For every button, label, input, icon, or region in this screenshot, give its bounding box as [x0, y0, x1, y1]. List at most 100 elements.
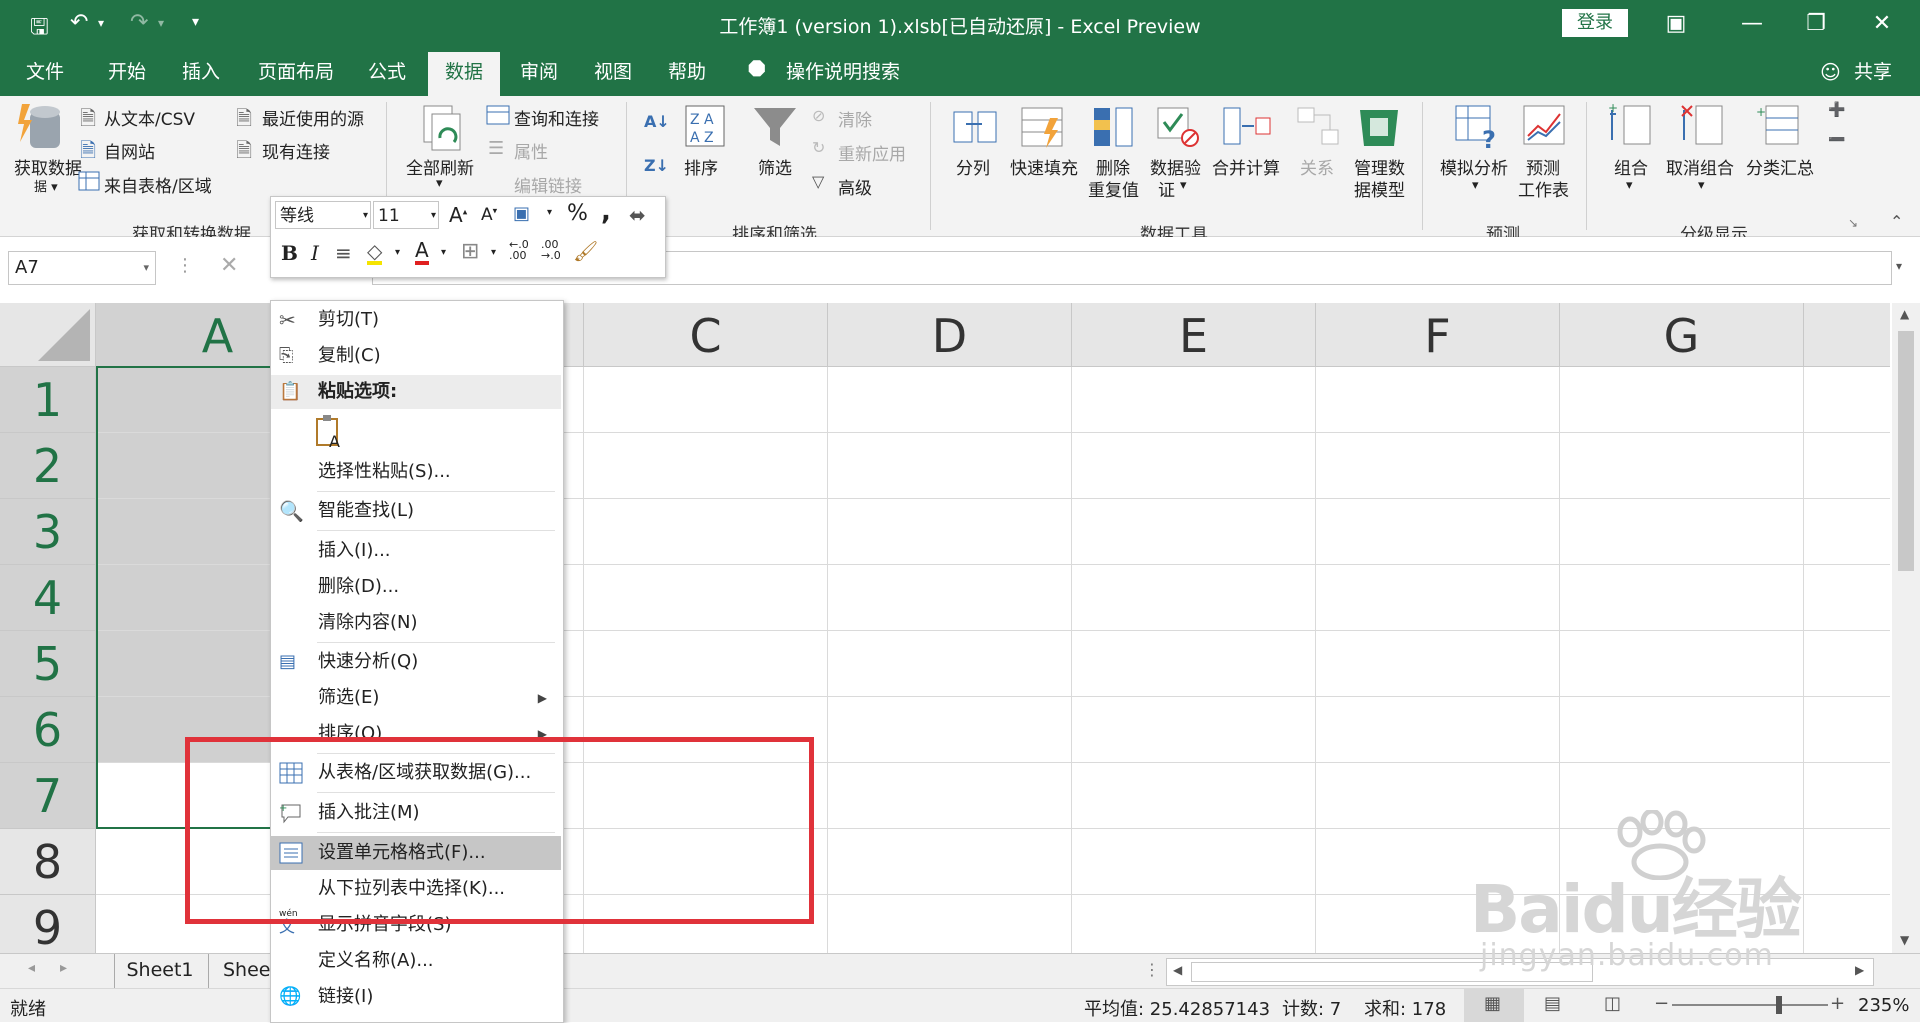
scroll-up-icon[interactable]: ▲	[1900, 307, 1909, 321]
column-header-g[interactable]: G	[1560, 303, 1804, 367]
menu-insert[interactable]: 插入(I)...	[271, 534, 561, 568]
align-center-icon[interactable]: ≡	[335, 241, 352, 265]
row-header-3[interactable]: 3	[0, 499, 96, 565]
dialog-launcher-icon[interactable]: ↘	[1848, 216, 1858, 230]
menu-clear-contents[interactable]: 清除内容(N)	[271, 606, 561, 640]
group-button[interactable]: 组合	[1614, 154, 1648, 179]
relationships-button[interactable]: 关系	[1300, 154, 1334, 179]
zoom-in-icon[interactable]: +	[1830, 993, 1845, 1014]
menu-define-name[interactable]: 定义名称(A)...	[271, 944, 561, 978]
get-data-dropdown-icon[interactable]: 据 ▾	[34, 176, 58, 195]
decrease-font-icon[interactable]: A▾	[481, 205, 497, 225]
collapse-ribbon-icon[interactable]: ⌃	[1890, 212, 1903, 231]
column-header-f[interactable]: F	[1316, 303, 1560, 367]
paste-keep-text-icon[interactable]: A	[315, 413, 345, 451]
font-size-box[interactable]: 11 ▾	[373, 201, 439, 229]
sort-za-icon[interactable]: Z↓	[644, 156, 669, 175]
size-dropdown-icon[interactable]: ▾	[431, 202, 436, 230]
group-dropdown-icon[interactable]: ▾	[1626, 178, 1633, 193]
font-color-icon[interactable]: A	[415, 239, 429, 265]
bold-icon[interactable]: B	[281, 241, 298, 265]
edit-links-button[interactable]: 编辑链接	[514, 172, 582, 197]
filter-button[interactable]: 筛选	[758, 154, 792, 179]
menu-copy[interactable]: ⎘ 复制(C)	[271, 339, 561, 373]
restore-icon[interactable]: ❐	[1796, 8, 1836, 40]
wrap-text-icon[interactable]: ⬌	[629, 203, 646, 227]
row-header-8[interactable]: 8	[0, 829, 96, 895]
tab-file[interactable]: 文件	[18, 48, 72, 96]
zoom-level[interactable]: 235%	[1858, 995, 1909, 1016]
column-header-d[interactable]: D	[828, 303, 1072, 367]
hide-detail-icon[interactable]: ➖	[1828, 132, 1845, 148]
column-header-c[interactable]: C	[584, 303, 828, 367]
row-header-6[interactable]: 6	[0, 697, 96, 763]
from-web-button[interactable]: 自网站	[104, 138, 155, 163]
format-painter-icon[interactable]: 🖌	[573, 239, 598, 263]
select-all-corner[interactable]	[0, 303, 96, 367]
recent-sources-button[interactable]: 最近使用的源	[262, 105, 364, 130]
font-color-dropdown-icon[interactable]: ▾	[441, 247, 446, 258]
column-header-h[interactable]	[1804, 303, 1890, 367]
menu-cut[interactable]: ✂ 剪切(T)	[271, 303, 561, 337]
tab-data[interactable]: 数据	[428, 52, 500, 96]
sheet-tab-1[interactable]: Sheet1	[114, 954, 205, 988]
vertical-scroll-thumb[interactable]	[1898, 331, 1914, 571]
expand-formula-icon[interactable]: ▾	[1896, 259, 1902, 273]
consolidate-button[interactable]: 合并计算	[1212, 154, 1280, 179]
accounting-dropdown-icon[interactable]: ▾	[547, 207, 552, 218]
percent-style-icon[interactable]: %	[567, 201, 588, 226]
flash-fill-button[interactable]: 快速填充	[1010, 154, 1078, 179]
sort-az-icon[interactable]: A↓	[644, 112, 670, 131]
font-name-box[interactable]: 等线 ▾	[275, 201, 371, 229]
menu-link[interactable]: 🌐 链接(I)	[271, 980, 561, 1014]
menu-filter[interactable]: 筛选(E) ▶	[271, 681, 561, 715]
advanced-button[interactable]: 高级	[838, 174, 872, 199]
row-header-9[interactable]: 9	[0, 895, 96, 953]
tab-formulas[interactable]: 公式	[360, 48, 414, 96]
minimize-icon[interactable]: —	[1732, 8, 1772, 40]
zoom-slider-thumb[interactable]	[1776, 996, 1782, 1014]
menu-quick-analysis[interactable]: ▤ 快速分析(Q)	[271, 645, 561, 679]
sort-button[interactable]: 排序	[684, 154, 718, 179]
normal-view-button[interactable]: ▦	[1464, 989, 1524, 1022]
fill-color-icon[interactable]: ◇	[367, 241, 383, 265]
italic-icon[interactable]: I	[311, 241, 319, 265]
zoom-out-icon[interactable]: −	[1654, 993, 1669, 1014]
menu-paste-special[interactable]: 选择性粘贴(S)...	[271, 455, 561, 489]
menu-smart-lookup[interactable]: 🔍 智能查找(L)	[271, 494, 561, 528]
scroll-left-icon[interactable]: ◀	[1173, 963, 1182, 977]
login-button[interactable]: 登录	[1562, 9, 1628, 37]
row-header-7[interactable]: 7	[0, 763, 96, 829]
what-if-dropdown-icon[interactable]: ▾	[1472, 178, 1479, 193]
font-dropdown-icon[interactable]: ▾	[363, 202, 368, 230]
row-header-2[interactable]: 2	[0, 433, 96, 499]
clear-button[interactable]: 清除	[838, 106, 872, 131]
data-validation-dropdown-icon[interactable]: ▾	[1180, 178, 1187, 193]
tab-page-layout[interactable]: 页面布局	[250, 48, 342, 96]
from-text-csv-button[interactable]: 从文本/CSV	[104, 105, 195, 130]
page-break-view-icon[interactable]: ◫	[1604, 993, 1621, 1014]
reapply-button[interactable]: 重新应用	[838, 140, 906, 165]
name-box[interactable]: A7 ▾	[8, 251, 156, 285]
ungroup-dropdown-icon[interactable]: ▾	[1698, 178, 1705, 193]
increase-decimal-icon[interactable]: ←.0.00	[509, 239, 529, 261]
row-header-5[interactable]: 5	[0, 631, 96, 697]
what-if-button[interactable]: 模拟分析	[1440, 154, 1508, 179]
queries-connections-button[interactable]: 查询和连接	[514, 105, 599, 130]
text-to-columns-button[interactable]: 分列	[956, 154, 990, 179]
tell-me-search[interactable]: 操作说明搜索	[778, 48, 908, 96]
zoom-slider[interactable]	[1672, 1004, 1828, 1006]
increase-font-icon[interactable]: A▴	[449, 203, 467, 227]
fill-color-dropdown-icon[interactable]: ▾	[395, 247, 400, 258]
borders-icon[interactable]: ⊞	[461, 239, 479, 264]
row-header-4[interactable]: 4	[0, 565, 96, 631]
tab-home[interactable]: 开始	[100, 48, 154, 96]
column-header-e[interactable]: E	[1072, 303, 1316, 367]
tab-insert[interactable]: 插入	[174, 48, 228, 96]
refresh-dropdown-icon[interactable]: ▾	[436, 176, 443, 191]
page-layout-view-icon[interactable]: ▤	[1544, 993, 1561, 1014]
existing-connections-button[interactable]: 现有连接	[262, 138, 330, 163]
sheet-bar-options-icon[interactable]: ⋮	[1144, 960, 1160, 979]
decrease-decimal-icon[interactable]: .00 →.0	[541, 239, 561, 261]
tab-review[interactable]: 审阅	[512, 48, 566, 96]
